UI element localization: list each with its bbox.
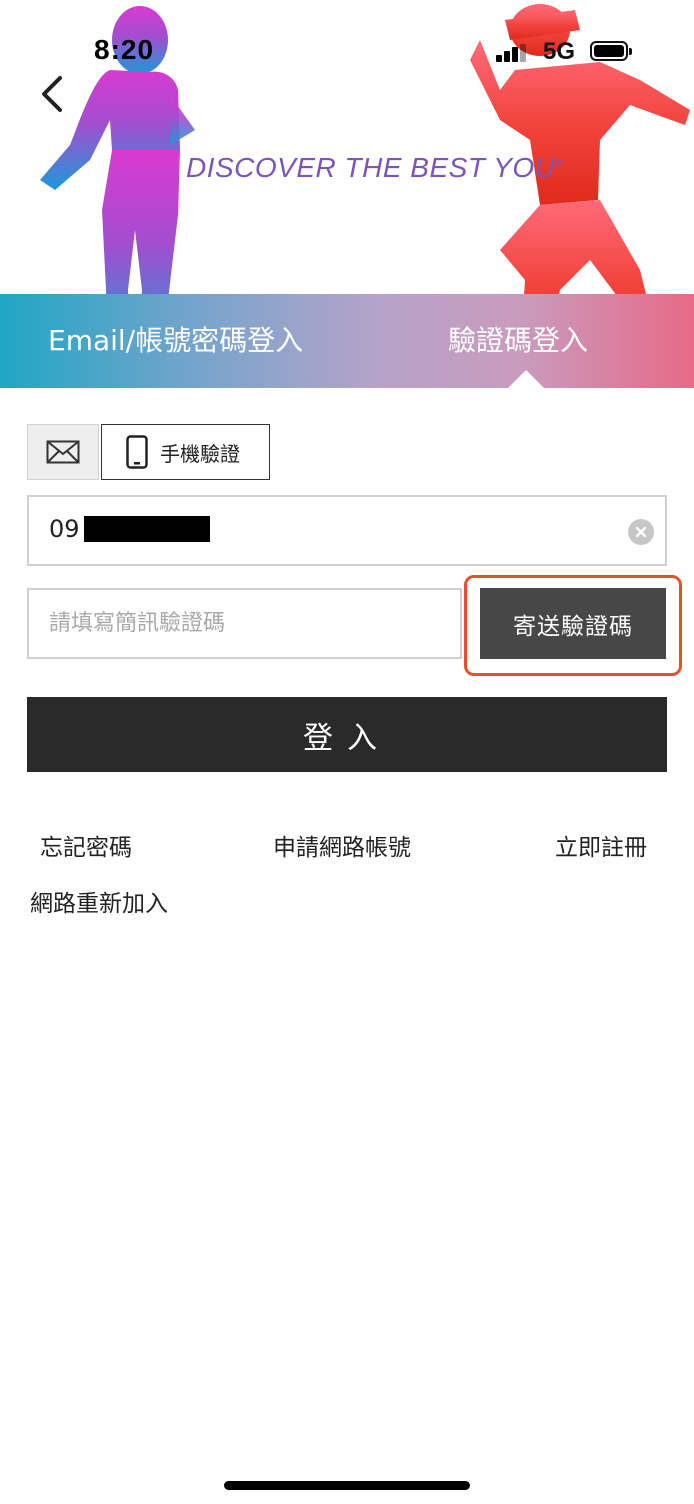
redacted-block (83, 516, 210, 542)
battery-icon (590, 41, 632, 61)
tab-email-password-login[interactable]: Email/帳號密碼登入 (48, 294, 303, 388)
email-method-toggle[interactable] (27, 424, 99, 480)
home-indicator (224, 1481, 470, 1490)
apply-online-account-link[interactable]: 申請網路帳號 (273, 828, 411, 862)
status-bar-time: 8:20 (94, 34, 155, 65)
send-code-button[interactable]: 寄送驗證碼 (480, 588, 666, 659)
phone-number-field[interactable]: 09 (27, 495, 667, 566)
phone-number-value: 09 (49, 515, 210, 543)
active-tab-indicator (508, 370, 544, 388)
brand-tagline: DISCOVER THE BEST YOU® (186, 152, 564, 183)
sms-code-input[interactable] (29, 590, 460, 657)
back-button[interactable] (34, 72, 74, 116)
register-now-link[interactable]: 立即註冊 (555, 828, 647, 862)
network-type-label: 5G (543, 38, 576, 65)
close-icon (635, 526, 647, 538)
forgot-password-link[interactable]: 忘記密碼 (40, 828, 132, 862)
login-button[interactable]: 登入 (27, 697, 667, 772)
phone-number-prefix: 09 (49, 515, 80, 543)
phone-method-toggle[interactable]: 手機驗證 (101, 424, 270, 480)
clear-input-button[interactable] (628, 519, 654, 545)
login-tab-bar: Email/帳號密碼登入 驗證碼登入 (0, 294, 694, 388)
sms-code-field[interactable] (27, 588, 462, 659)
phone-method-label: 手機驗證 (160, 441, 240, 466)
envelope-icon (46, 440, 80, 464)
cellular-signal-icon (496, 44, 526, 62)
phone-icon (126, 435, 148, 469)
rejoin-online-link[interactable]: 網路重新加入 (30, 884, 168, 918)
chevron-left-icon (42, 76, 62, 112)
